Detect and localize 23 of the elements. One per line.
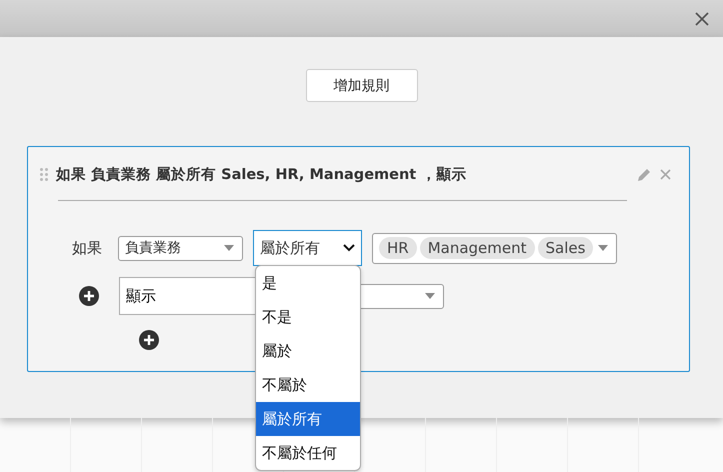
dropdown-option[interactable]: 不屬於任何: [256, 436, 360, 470]
pencil-icon[interactable]: [636, 166, 652, 182]
add-rule-button[interactable]: 增加規則: [306, 69, 418, 102]
value-tag: Sales: [538, 237, 594, 259]
value-tag: HR: [379, 237, 417, 259]
dropdown-option[interactable]: 屬於所有: [256, 402, 360, 436]
add-icon[interactable]: [79, 286, 99, 306]
dropdown-option[interactable]: 不屬於: [256, 368, 360, 402]
condition-label: 如果: [72, 238, 103, 258]
close-icon[interactable]: [660, 169, 671, 180]
value-tag: Management: [420, 237, 535, 259]
values-select[interactable]: HR Management Sales: [372, 232, 617, 264]
add-icon[interactable]: [139, 330, 159, 350]
caret-icon: [598, 245, 608, 251]
dropdown-option[interactable]: 屬於: [256, 334, 360, 368]
caret-icon: [425, 293, 435, 299]
drag-handle-icon[interactable]: [40, 168, 48, 181]
operator-select[interactable]: 屬於所有: [253, 230, 362, 266]
close-icon[interactable]: [695, 12, 709, 26]
chevron-icon: [343, 244, 355, 252]
caret-icon: [224, 245, 234, 251]
rule-summary: 如果 負責業務 屬於所有 Sales, HR, Management ，顯示: [56, 166, 468, 184]
field-select[interactable]: 負責業務: [118, 236, 243, 260]
